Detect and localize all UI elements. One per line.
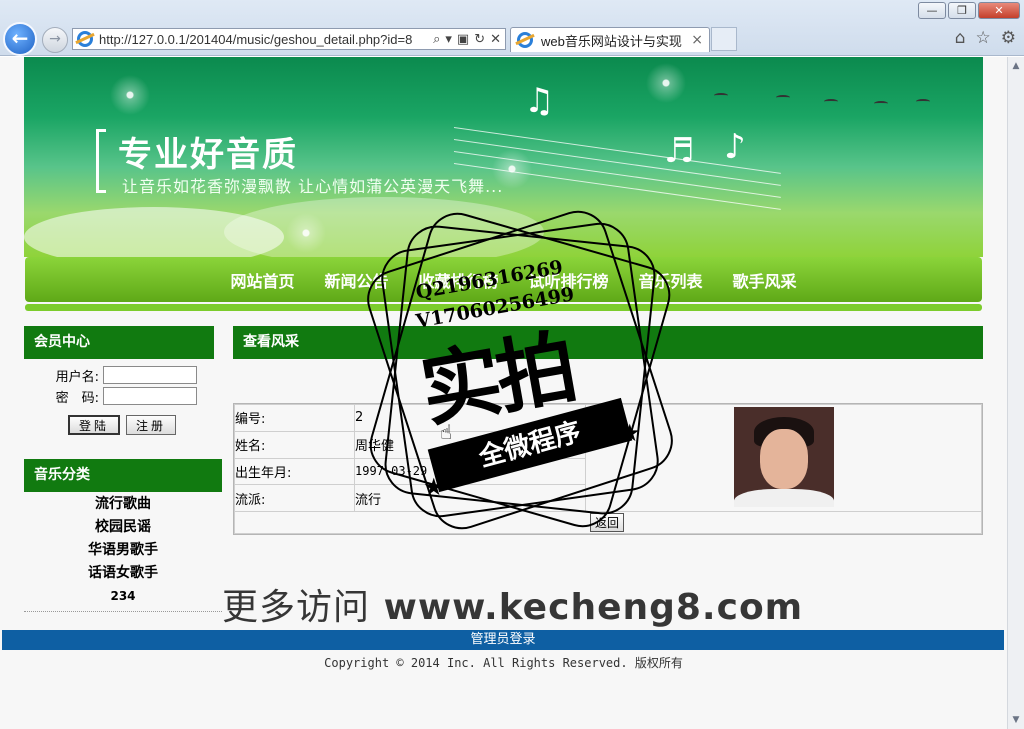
nav-favorites-ranking[interactable]: 收藏排行榜 [418,268,498,292]
category-item[interactable]: 234 [24,585,222,608]
bird-icon [916,99,930,104]
nav-music-list[interactable]: 音乐列表 [639,268,703,292]
bird-icon [824,99,838,104]
header-banner: ♫ ♬ ♪ 专业好音质 让音乐如花香弥漫飘散 让心情如蒲公英漫天飞舞... [24,57,983,257]
search-icon[interactable]: ⌕ [433,32,440,47]
maximize-button[interactable]: ❐ [948,2,976,19]
minimize-button[interactable]: — [918,2,946,19]
field-value: 1997-03-29 [354,457,586,486]
nav-news[interactable]: 新闻公告 [324,268,388,292]
category-divider [24,611,222,612]
back-button[interactable]: ← [3,22,37,56]
field-label: 姓名: [234,430,355,459]
url-text[interactable]: http://127.0.0.1/201404/music/geshou_det… [99,32,433,47]
banner-subtitle: 让音乐如花香弥漫飘散 让心情如蒲公英漫天飞舞... [122,177,504,196]
close-window-button[interactable]: ✕ [978,2,1020,19]
copyright-text: Copyright © 2014 Inc. All Rights Reserve… [324,656,683,670]
table-row: 返回 [234,511,982,534]
detail-table: 编号: 2 姓名: 周华健 出生年月: 1997-03-29 流派: 流行 返回 [234,404,982,534]
footer-bar: 管理员登录 [2,630,1004,650]
nav-listen-ranking[interactable]: 试听排行榜 [529,268,609,292]
gear-icon[interactable]: ⚙ [1001,28,1016,48]
home-icon[interactable]: ⌂ [955,28,966,48]
category-list: 流行歌曲 校园民谣 华语男歌手 话语女歌手 234 [24,493,222,612]
singer-photo [733,407,834,507]
field-label: 流派: [234,484,355,512]
ie-icon [77,31,93,47]
tab-title: web音乐网站设计与实现 [541,33,682,49]
favorites-star-icon[interactable]: ☆ [976,28,991,48]
category-item[interactable]: 话语女歌手 [24,562,222,585]
bird-icon [874,101,888,106]
member-center-title: 会员中心 [24,326,214,359]
category-item[interactable]: 华语男歌手 [24,539,222,562]
tab-close-icon[interactable]: × [691,32,703,48]
music-note-icon: ♪ [724,127,746,167]
field-label: 编号: [234,404,355,432]
category-item[interactable]: 校园民谣 [24,516,222,539]
back-page-button[interactable]: 返回 [590,513,625,532]
music-note-icon: ♬ [664,131,695,171]
slogan-bracket [96,129,106,193]
button-row: 返回 [234,511,982,534]
stop-icon[interactable]: ✕ [490,32,501,47]
category-title: 音乐分类 [24,459,222,492]
dandelion-decoration [110,75,150,115]
browser-chrome: — ❐ ✕ ← → http://127.0.0.1/201404/music/… [0,0,1024,56]
nav-home[interactable]: 网站首页 [230,268,294,292]
main-nav: 网站首页 新闻公告 收藏排行榜 试听排行榜 音乐列表 歌手风采 [25,257,982,302]
window-controls: — ❐ ✕ [918,2,1020,19]
banner-slogan: 专业好音质 [118,135,298,175]
scroll-down-icon[interactable]: ▼ [1011,715,1021,725]
dandelion-decoration [646,63,686,103]
password-input[interactable] [103,387,197,405]
bird-icon [776,95,790,100]
vertical-scrollbar[interactable]: ▲ ▼ [1007,57,1024,729]
nav-singers[interactable]: 歌手风采 [733,268,797,292]
dandelion-decoration [286,213,326,253]
browser-tab[interactable]: web音乐网站设计与实现 × [510,27,710,52]
field-label: 出生年月: [234,457,355,486]
password-label: 密 码: [55,390,99,406]
bird-icon [714,93,728,98]
tab-ie-icon [517,32,533,48]
browser-toolbar-right: ⌂ ☆ ⚙ [955,28,1016,48]
register-button[interactable]: 注册 [126,415,177,435]
singer-detail: 编号: 2 姓名: 周华健 出生年月: 1997-03-29 流派: 流行 返回 [233,403,983,535]
scroll-up-icon[interactable]: ▲ [1011,61,1021,71]
web-page: ♫ ♬ ♪ 专业好音质 让音乐如花香弥漫飘散 让心情如蒲公英漫天飞舞... 网站… [0,57,1007,729]
compat-icon[interactable]: ▣ [457,32,469,47]
username-input[interactable] [103,366,197,384]
cloud-decoration [224,197,544,257]
login-form: 用户名: 密 码: 登陆 注册 [24,365,214,435]
nav-divider [25,304,982,311]
detail-title: 查看风采 [233,326,983,359]
field-value: 周华健 [354,430,586,459]
refresh-icon[interactable]: ↻ [474,32,485,47]
login-button[interactable]: 登陆 [68,415,121,435]
category-item[interactable]: 流行歌曲 [24,493,222,516]
field-value: 流行 [354,484,586,512]
username-label: 用户名: [55,369,99,385]
address-bar[interactable]: http://127.0.0.1/201404/music/geshou_det… [72,28,506,50]
new-tab-button[interactable] [711,27,737,51]
forward-button[interactable]: → [42,27,68,53]
photo-cell [585,404,982,512]
field-value: 2 [354,404,586,432]
chevron-down-icon[interactable]: ▾ [445,32,452,47]
admin-login-link[interactable]: 管理员登录 [470,632,535,647]
address-tools: ⌕ ▾ ▣ ↻ ✕ [433,32,505,47]
music-note-icon: ♫ [524,81,555,121]
table-row: 编号: 2 [234,404,982,512]
